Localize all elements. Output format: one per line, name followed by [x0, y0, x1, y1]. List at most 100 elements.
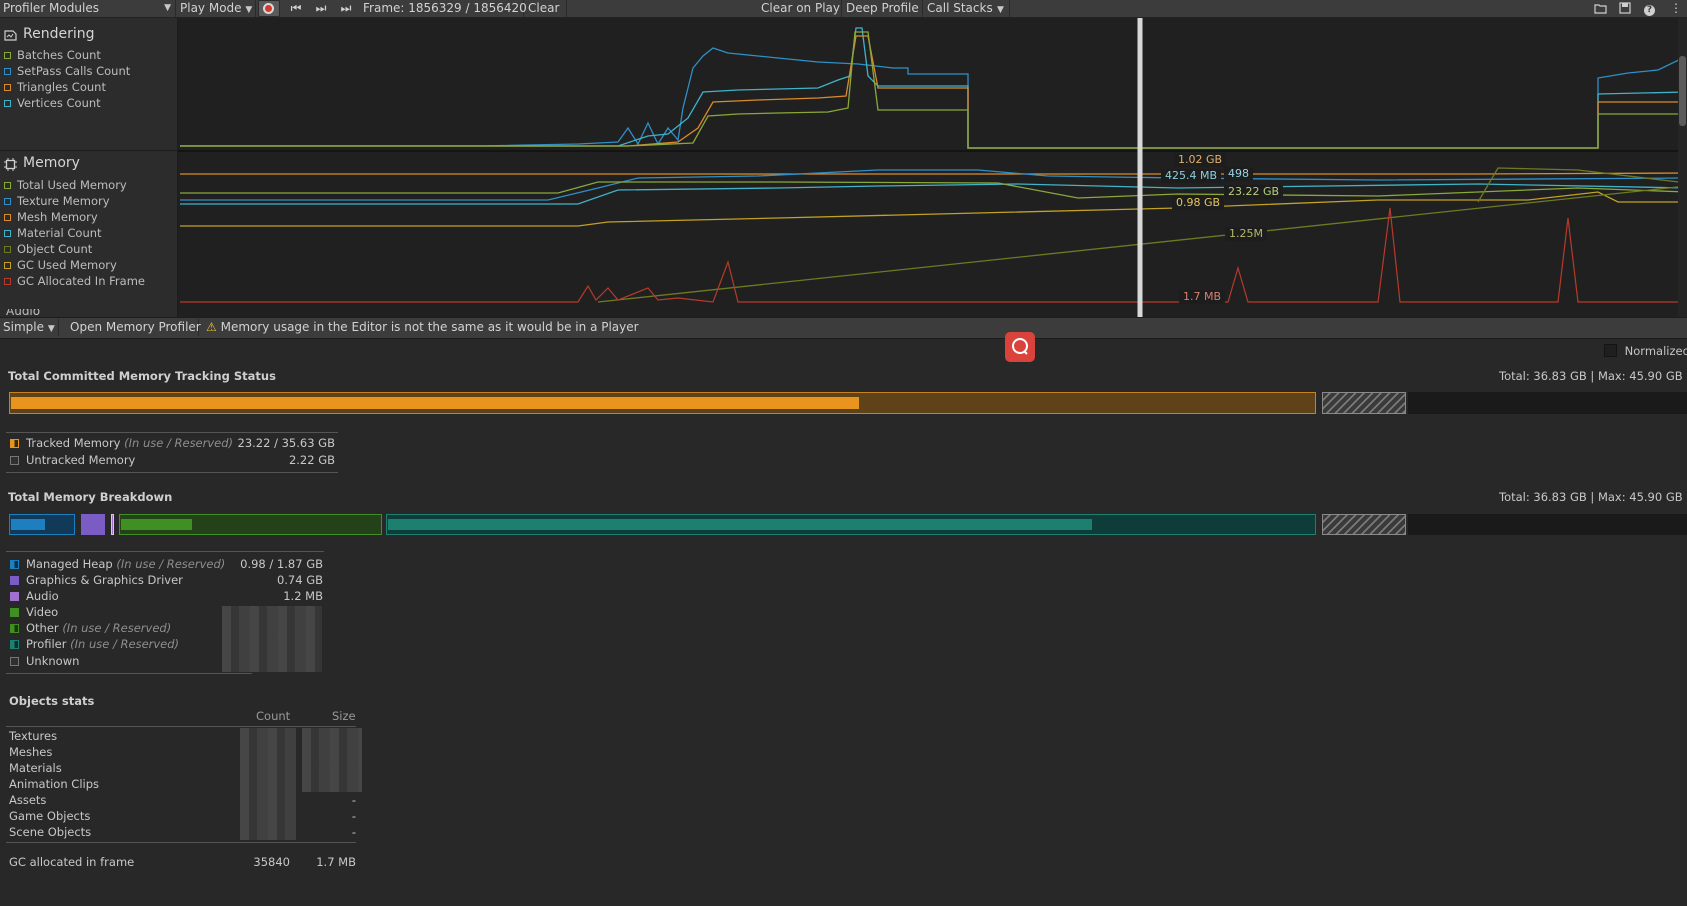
legend-vertices-count[interactable]: Vertices Count [4, 96, 101, 110]
legend-graphics-driver[interactable]: Graphics & Graphics Driver [10, 573, 183, 587]
detail-toolbar: Simple ▼ Open Memory Profiler ⚠ Memory u… [0, 317, 1687, 339]
row-label: Graphics & Graphics Driver [26, 573, 183, 587]
profiler-charts[interactable] [178, 18, 1687, 317]
normalized-toggle[interactable]: Normalized [1604, 344, 1687, 358]
play-mode-dropdown[interactable]: Play Mode ▼ [177, 0, 256, 17]
help-button[interactable]: ? [1641, 0, 1663, 17]
next-frame-icon: ⏭ [315, 1, 327, 15]
chevron-down-icon: ▼ [245, 5, 253, 15]
committed-title: Total Committed Memory Tracking Status [8, 369, 276, 383]
save-icon [1619, 2, 1631, 14]
divider [6, 673, 252, 674]
committed-bar[interactable] [9, 392, 1316, 414]
managed-heap-swatch [10, 560, 19, 569]
view-mode-dropdown[interactable]: Simple ▼ [0, 319, 59, 336]
unknown-swatch [10, 657, 19, 666]
last-frame-icon: ⏭ [340, 1, 352, 15]
warning-icon: ⚠ [206, 320, 217, 334]
legend-gc-allocated-in-frame[interactable]: GC Allocated In Frame [4, 274, 145, 288]
legend-video[interactable]: Video [10, 605, 58, 619]
normalized-checkbox[interactable] [1604, 344, 1617, 357]
clear-on-play-toggle[interactable]: Clear on Play [758, 0, 842, 17]
profiler-toolbar: Profiler Modules ▼ Play Mode ▼ ⏮ ⏭ ⏭ Fra… [0, 0, 1687, 18]
folder-open-icon [1594, 4, 1607, 14]
current-frame-button[interactable]: ⏭ [335, 0, 357, 17]
clear-button[interactable]: Clear [525, 0, 567, 17]
legend-label: GC Allocated In Frame [17, 274, 145, 288]
readout-total-used: 23.22 GB [1224, 185, 1284, 199]
legend-other[interactable]: Other (In use / Reserved) [10, 621, 171, 635]
profiler-modules-dropdown[interactable]: Profiler Modules ▼ [0, 0, 176, 17]
call-stacks-toggle[interactable]: Call Stacks [924, 0, 994, 17]
legend-untracked-memory[interactable]: Untracked Memory [10, 453, 135, 467]
memory-module[interactable]: Memory [0, 150, 177, 171]
chevron-down-icon: ▼ [164, 3, 171, 13]
legend-triangles-count[interactable]: Triangles Count [4, 80, 106, 94]
triangles-swatch [4, 84, 11, 91]
vertices-swatch [4, 100, 11, 107]
warning-text: Memory usage in the Editor is not the sa… [220, 320, 639, 334]
object-row-animation-clips: Animation Clips [9, 777, 99, 791]
legend-label: Batches Count [17, 48, 101, 62]
record-button[interactable] [258, 0, 280, 17]
next-frame-button[interactable]: ⏭ [310, 0, 332, 17]
row-label: Unknown [26, 654, 80, 668]
gc-used-swatch [4, 262, 11, 269]
legend-gc-used-memory[interactable]: GC Used Memory [4, 258, 117, 272]
graphics-value: 0.74 GB [276, 573, 323, 587]
rendering-title: Rendering [23, 26, 95, 42]
call-stacks-dropdown[interactable]: ▼ [994, 0, 1010, 17]
legend-batches-count[interactable]: Batches Count [4, 48, 101, 62]
search-button[interactable] [1005, 332, 1035, 362]
audio-bar[interactable] [111, 514, 114, 535]
profiler-fill [388, 519, 1092, 530]
normalized-label: Normalized [1624, 344, 1687, 358]
previous-frame-button[interactable]: ⏮ [285, 0, 307, 17]
mesh-swatch [4, 214, 11, 221]
save-button[interactable] [1616, 0, 1638, 17]
legend-object-count[interactable]: Object Count [4, 242, 92, 256]
legend-material-count[interactable]: Material Count [4, 226, 102, 240]
chevron-down-icon: ▼ [47, 324, 55, 334]
graphics-bar[interactable] [81, 514, 105, 535]
reserved-hatch [1322, 392, 1406, 414]
legend-texture-memory[interactable]: Texture Memory [4, 194, 110, 208]
legend-label: Total Used Memory [17, 178, 127, 192]
row-label: Video [26, 605, 59, 619]
divider [6, 551, 324, 552]
legend-audio[interactable]: Audio [10, 589, 59, 603]
deep-profile-toggle[interactable]: Deep Profile [843, 0, 923, 17]
legend-setpass-calls-count[interactable]: SetPass Calls Count [4, 64, 130, 78]
other-bar[interactable] [119, 514, 382, 535]
video-swatch [10, 608, 19, 617]
legend-label: Mesh Memory [17, 210, 98, 224]
breakdown-total: Total: 36.83 GB | Max: 45.90 GB [1499, 490, 1683, 504]
legend-total-used-memory[interactable]: Total Used Memory [4, 178, 127, 192]
load-button[interactable] [1591, 0, 1613, 17]
legend-unknown[interactable]: Unknown [10, 654, 79, 668]
readout-gc-used: 0.98 GB [1172, 196, 1225, 210]
legend-label: Object Count [17, 242, 93, 256]
more-options-button[interactable]: ⋮ [1666, 0, 1686, 17]
audio-module-label: Audio [6, 309, 41, 317]
chevron-down-icon: ▼ [997, 5, 1004, 15]
object-row-meshes: Meshes [9, 745, 53, 759]
max-remaining-bar [1408, 392, 1687, 414]
charts-scrollbar[interactable] [1678, 18, 1687, 317]
legend-profiler[interactable]: Profiler (In use / Reserved) [10, 637, 179, 651]
managed-heap-bar[interactable] [9, 514, 75, 535]
open-memory-profiler-button[interactable]: Open Memory Profiler [67, 319, 201, 336]
reserved-hatch [1322, 514, 1406, 535]
assets-size: - [351, 793, 356, 807]
row-label: Managed Heap [26, 557, 113, 571]
row-label: Tracked Memory [26, 436, 121, 450]
search-icon [1012, 338, 1028, 355]
breakdown-title: Total Memory Breakdown [8, 490, 173, 504]
row-note: (In use / Reserved) [70, 637, 180, 651]
texture-swatch [4, 198, 11, 205]
profiler-bar[interactable] [386, 514, 1316, 535]
audio-module-peek[interactable]: Audio [0, 309, 177, 317]
divider [6, 842, 356, 843]
legend-mesh-memory[interactable]: Mesh Memory [4, 210, 98, 224]
scrollbar-thumb[interactable] [1679, 56, 1686, 126]
